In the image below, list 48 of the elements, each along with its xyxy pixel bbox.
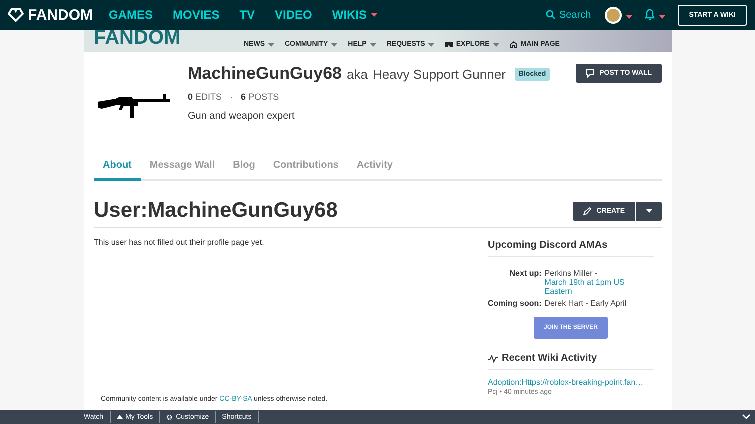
ama-date-link[interactable]: March 19th at 1pm US Eastern [544,278,654,296]
profile-tab[interactable]: About [94,156,141,181]
top-nav-link[interactable]: WIKIS [332,8,378,22]
user-avatar[interactable] [605,6,622,24]
caret-icon [428,42,436,46]
speech-bubble-icon [586,69,595,78]
page-title: User:MachineGunGuy68 [94,199,338,223]
username: MachineGunGuy68 [188,64,342,84]
ama-label: Coming soon: [488,299,542,308]
create-dropdown-button[interactable] [635,202,662,220]
activity-link[interactable]: Adoption:Https://roblox-breaking-point.fan… [488,378,654,387]
heart-logo-icon [8,8,24,22]
top-nav-link[interactable]: MOVIES [173,8,220,22]
site-logo[interactable]: FANDOM [8,6,93,24]
top-nav-link[interactable]: VIDEO [275,8,312,22]
caret-icon [331,42,338,46]
search-icon [546,10,556,20]
stats-separator: · [230,92,234,102]
ama-label: Next up: [508,269,542,280]
gear-icon [166,414,174,420]
top-nav-link[interactable]: TV [240,8,256,22]
caret-icon [659,15,666,19]
pencil-icon [582,206,592,216]
caret-icon [626,15,634,19]
caret-icon [492,42,500,46]
caret-icon [370,42,377,46]
profile-empty-text: This user has not filled out their profile page yet. [94,238,266,249]
caret-up-icon [116,415,123,419]
rail-heading: Upcoming Discord AMAs [488,238,654,257]
explore-icon [445,41,454,48]
wiki-logo[interactable]: FANDOM [94,30,234,48]
caret-icon [268,42,275,46]
posts-count: 6 POSTS [241,92,280,102]
aka-label: aka [346,66,368,82]
ama-text: Perkins Miller - March 19th at 1pm US Eastern [544,269,654,296]
ama-text: Derek Hart - Early April [544,299,628,308]
top-nav-link[interactable]: GAMES [109,8,154,22]
user-nickname: Heavy Support Gunner [372,66,506,82]
caret-icon [646,209,652,213]
home-icon [510,41,518,48]
chevron-down-icon[interactable] [742,414,751,420]
user-bio: Gun and weapon expert [188,111,296,122]
search-link[interactable]: Search [546,10,592,20]
bell-icon[interactable] [645,9,656,21]
rail-heading: Recent Wiki Activity [488,351,654,370]
edits-count: 0 EDITS [188,92,222,102]
caret-icon [371,13,378,17]
activity-icon [488,354,498,362]
